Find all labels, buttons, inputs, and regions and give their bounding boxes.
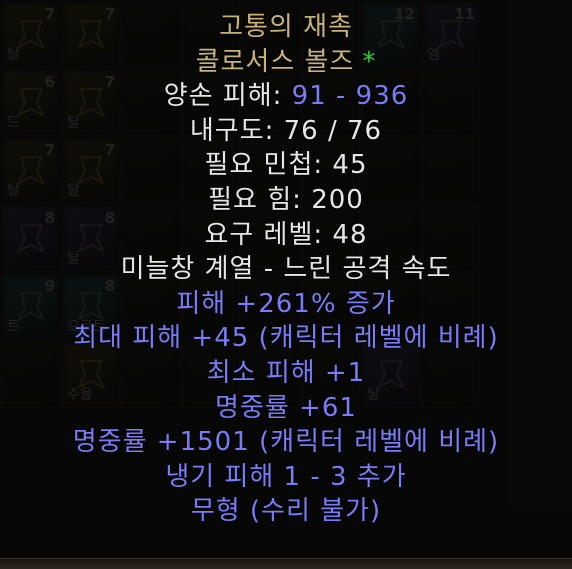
item-tooltip: 고통의 재촉 콜로서스 볼즈 * 양손 피해: 91 - 936 내구도: 76 /…: [0, 0, 572, 569]
item-name-text: 고통의 재촉: [219, 12, 353, 42]
game-inventory-screen: 7탈71211앰6드7탈7탈7탈88탈9트8오르트주울탈 고통의 재촉 콜로서스…: [0, 0, 572, 569]
tooltip-line: 명중률 +1501 (캐릭터 레벨에 비례): [73, 425, 499, 460]
tooltip-line-text: 내구도: 76 / 76: [189, 115, 383, 146]
socket-star-icon: *: [362, 46, 377, 77]
tooltip-line: 피해 +261% 증가: [176, 287, 395, 322]
tooltip-line-text: 필요 힘: 200: [208, 184, 364, 215]
tooltip-line: 필요 힘: 200: [208, 183, 364, 218]
tooltip-line-text: 요구 레벨: 48: [204, 219, 368, 250]
tooltip-line: 양손 피해: 91 - 936: [164, 79, 409, 114]
tooltip-line: 냉기 피해 1 - 3 추가: [165, 460, 406, 495]
tooltip-stat-lines: 양손 피해: 91 - 936 내구도: 76 / 76 필요 민첩: 45 필요 힘…: [73, 79, 499, 529]
tooltip-line: 최대 피해 +45 (캐릭터 레벨에 비례): [73, 321, 499, 356]
tooltip-line-text: 미늘창 계열 - 느린 공격 속도: [120, 254, 452, 285]
tooltip-line-text: 최대 피해 +45 (캐릭터 레벨에 비례): [73, 323, 499, 354]
tooltip-line-text: 피해 +261% 증가: [176, 288, 396, 319]
tooltip-line-text: 최소 피해 +1: [206, 357, 366, 388]
tooltip-line-text: 필요 민첩: 45: [204, 150, 368, 181]
tooltip-line: 필요 민첩: 45: [204, 148, 367, 183]
tooltip-line: 명중률 +61: [215, 391, 357, 426]
tooltip-line-value: 91 - 936: [291, 81, 409, 112]
tooltip-line: 미늘창 계열 - 느린 공격 속도: [121, 252, 452, 287]
item-base-type: 콜로서스 볼즈 *: [196, 45, 377, 80]
tooltip-line: 최소 피해 +1: [207, 356, 366, 391]
item-name: 고통의 재촉: [219, 10, 353, 45]
tooltip-line: 내구도: 76 / 76: [190, 114, 382, 149]
tooltip-line-text: 명중률 +1501 (캐릭터 레벨에 비례): [72, 427, 500, 458]
tooltip-line: 요구 레벨: 48: [204, 218, 367, 253]
item-base-text: 콜로서스 볼즈: [195, 46, 355, 77]
tooltip-line-text: 무형 (수리 불가): [190, 496, 382, 527]
tooltip-line-text: 양손 피해:: [163, 81, 292, 112]
inventory-frame-bottom: [0, 558, 572, 569]
tooltip-line-text: 명중률 +61: [215, 392, 357, 423]
tooltip-line-text: 냉기 피해 1 - 3 추가: [165, 461, 407, 492]
tooltip-line: 무형 (수리 불가): [191, 494, 381, 529]
